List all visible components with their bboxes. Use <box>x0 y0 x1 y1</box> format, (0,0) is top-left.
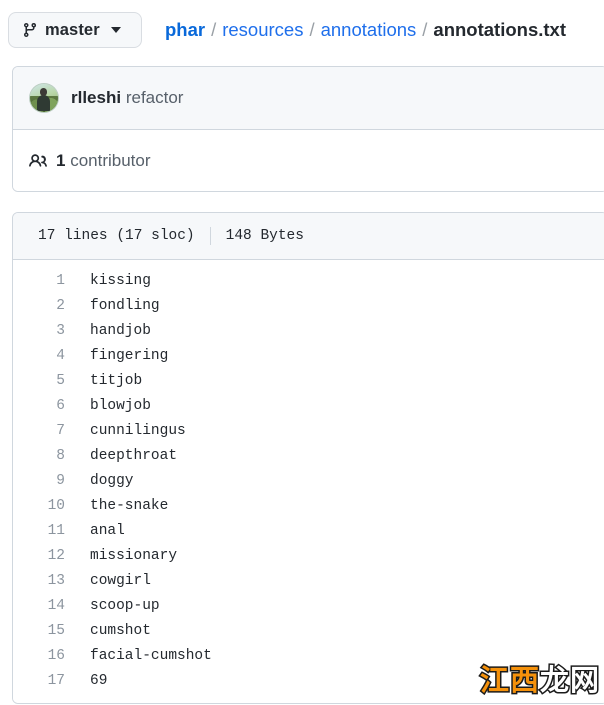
line-number[interactable]: 9 <box>13 473 65 489</box>
line-number[interactable]: 6 <box>13 398 65 414</box>
breadcrumb-link-annotations[interactable]: annotations <box>321 19 417 41</box>
people-icon <box>29 152 47 170</box>
code-line: 11 anal <box>13 518 604 543</box>
line-content: anal <box>90 522 125 539</box>
line-content: scoop-up <box>90 597 160 614</box>
code-line: 12 missionary <box>13 543 604 568</box>
file-content-panel: 17 lines (17 sloc) 148 Bytes 1 kissing 2 f… <box>12 212 604 704</box>
code-line: 9 doggy <box>13 468 604 493</box>
file-navigation-bar: master phar / resources / annotations / … <box>0 0 604 52</box>
line-number[interactable]: 13 <box>13 573 65 589</box>
line-content: facial-cumshot <box>90 647 212 664</box>
line-content: deepthroat <box>90 447 178 464</box>
file-size: 148 Bytes <box>225 228 304 244</box>
contributor-count: 1 <box>56 150 66 170</box>
line-content: blowjob <box>90 397 151 414</box>
code-line: 5 titjob <box>13 368 604 393</box>
avatar[interactable] <box>29 83 59 113</box>
line-content: doggy <box>90 472 134 489</box>
branch-name-label: master <box>45 20 100 39</box>
breadcrumb-link-resources[interactable]: resources <box>222 19 303 41</box>
file-view-page: master phar / resources / annotations / … <box>0 0 604 705</box>
line-content: missionary <box>90 547 178 564</box>
line-content: cunnilingus <box>90 422 186 439</box>
code-line: 7 cunnilingus <box>13 418 604 443</box>
line-number[interactable]: 8 <box>13 448 65 464</box>
commit-info-panel: rlleshi refactor 1 contributor <box>12 66 604 192</box>
code-line: 8 deepthroat <box>13 443 604 468</box>
line-number[interactable]: 14 <box>13 598 65 614</box>
code-line: 13 cowgirl <box>13 568 604 593</box>
commit-message-link[interactable]: refactor <box>126 88 184 107</box>
breadcrumb-current-file: annotations.txt <box>433 19 567 40</box>
line-number[interactable]: 10 <box>13 498 65 514</box>
line-number[interactable]: 4 <box>13 348 65 364</box>
code-line: 14 scoop-up <box>13 593 604 618</box>
file-line-count: 17 lines (17 sloc) <box>38 228 195 244</box>
line-number[interactable]: 17 <box>13 673 65 689</box>
line-content: 69 <box>90 672 108 689</box>
branch-selector-button[interactable]: master <box>8 12 142 48</box>
line-number[interactable]: 16 <box>13 648 65 664</box>
line-number[interactable]: 3 <box>13 323 65 339</box>
line-number[interactable]: 11 <box>13 523 65 539</box>
line-content: the-snake <box>90 497 169 514</box>
code-line: 3 handjob <box>13 318 604 343</box>
chevron-down-icon <box>110 27 121 33</box>
line-number[interactable]: 15 <box>13 623 65 639</box>
line-content: handjob <box>90 322 151 339</box>
line-number[interactable]: 12 <box>13 548 65 564</box>
breadcrumb-repo-link[interactable]: phar <box>165 19 205 41</box>
commit-summary: rlleshi refactor <box>71 88 183 108</box>
breadcrumb-separator: / <box>309 19 315 40</box>
line-content: kissing <box>90 272 151 289</box>
file-meta-bar: 17 lines (17 sloc) 148 Bytes <box>13 213 604 260</box>
breadcrumb: phar / resources / annotations / annotat… <box>165 19 566 41</box>
line-content: cowgirl <box>90 572 151 589</box>
breadcrumb-separator: / <box>211 19 217 40</box>
meta-divider <box>209 227 211 245</box>
code-line: 1 kissing <box>13 268 604 293</box>
line-content: fingering <box>90 347 169 364</box>
line-content: cumshot <box>90 622 151 639</box>
line-number[interactable]: 2 <box>13 298 65 314</box>
code-line: 6 blowjob <box>13 393 604 418</box>
contributor-label: contributor <box>70 150 151 170</box>
breadcrumb-separator: / <box>422 19 428 40</box>
code-line: 10 the-snake <box>13 493 604 518</box>
code-line: 15 cumshot <box>13 618 604 643</box>
line-content: titjob <box>90 372 143 389</box>
line-content: fondling <box>90 297 160 314</box>
code-line: 2 fondling <box>13 293 604 318</box>
git-branch-icon <box>22 22 38 38</box>
code-line: 4 fingering <box>13 343 604 368</box>
latest-commit-row: rlleshi refactor <box>13 67 604 130</box>
line-number[interactable]: 5 <box>13 373 65 389</box>
code-line: 16 facial-cumshot <box>13 643 604 668</box>
line-number[interactable]: 1 <box>13 273 65 289</box>
contributor-count-label: 1 contributor <box>56 151 151 171</box>
commit-author-link[interactable]: rlleshi <box>71 88 121 107</box>
line-number[interactable]: 7 <box>13 423 65 439</box>
code-line: 17 69 <box>13 668 604 693</box>
code-lines-container: 1 kissing 2 fondling 3 handjob 4 fingering 5… <box>13 260 604 703</box>
contributors-row[interactable]: 1 contributor <box>13 130 604 191</box>
